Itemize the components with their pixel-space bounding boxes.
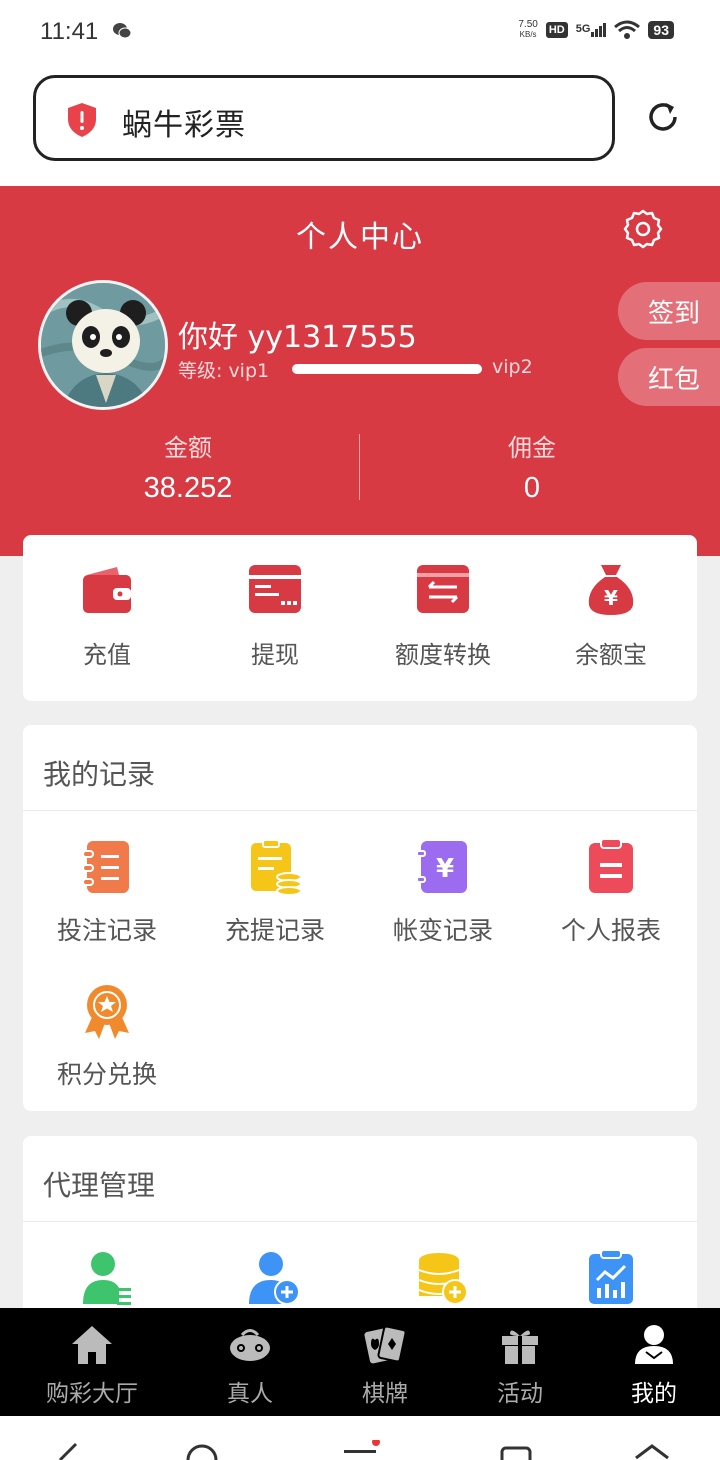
wechat-icon <box>113 23 132 39</box>
records-title: 我的记录 <box>43 758 156 791</box>
agent-user-list-icon <box>83 1252 131 1305</box>
coins-icon <box>418 1253 468 1305</box>
assistant-nav-icon[interactable] <box>632 1440 672 1460</box>
balance-value: 38.252 <box>143 472 233 504</box>
chart-report-icon <box>589 1250 633 1304</box>
status-indicators: 7.50 KB/s HD 5G 93 <box>518 20 674 40</box>
back-icon[interactable] <box>48 1440 88 1460</box>
yuebao-label: 余额宝 <box>575 641 647 669</box>
tab-mine-label: 我的 <box>631 1381 677 1407</box>
home-nav-icon[interactable] <box>182 1440 222 1460</box>
hd-badge: HD <box>545 22 568 38</box>
tab-chess-cards[interactable]: 棋牌 <box>313 1308 457 1416</box>
vip-next-level: vip2 <box>492 356 533 378</box>
user-greeting: 你好 yy1317555 <box>178 320 417 355</box>
commission-label: 佣金 <box>508 434 556 462</box>
agent-title: 代理管理 <box>43 1169 156 1202</box>
system-nav-bar <box>0 1416 720 1460</box>
account-change-icon: ¥ <box>416 841 467 893</box>
transfer-icon <box>417 565 469 613</box>
status-bar: 11:41 7.50 KB/s HD 5G 93 <box>0 0 720 66</box>
recharge-button[interactable]: 充值 <box>23 535 191 701</box>
gift-icon <box>502 1330 538 1364</box>
deposit-record-label: 充提记录 <box>224 916 325 945</box>
user-icon <box>635 1325 673 1364</box>
red-packet-button[interactable]: 红包 <box>618 348 720 406</box>
status-time: 11:41 <box>40 18 99 45</box>
cards-icon <box>364 1325 407 1364</box>
svg-text:¥: ¥ <box>604 586 618 610</box>
stat-divider <box>359 434 360 500</box>
tab-lottery-hall-label: 购彩大厅 <box>46 1381 138 1407</box>
add-user-icon <box>249 1252 300 1305</box>
recents-nav-icon[interactable] <box>498 1440 538 1460</box>
card-icon <box>249 565 301 613</box>
checkin-button[interactable]: 签到 <box>618 282 720 340</box>
withdraw-button[interactable]: 提现 <box>191 535 359 701</box>
deposit-record-icon <box>251 839 302 895</box>
bet-record-icon <box>82 841 129 893</box>
settings-gear-icon[interactable] <box>622 208 664 250</box>
reload-icon[interactable] <box>646 100 680 134</box>
agent-divider <box>23 1221 697 1222</box>
money-bag-icon: ¥ <box>588 565 634 615</box>
medal-icon <box>85 985 129 1039</box>
records-card: 我的记录 投注记录 充提记录 ¥ 帐变记录 个人报表 积分兑换 <box>23 725 697 1111</box>
recharge-label: 充值 <box>83 641 131 669</box>
home-icon <box>72 1326 112 1364</box>
wifi-icon <box>614 20 641 39</box>
avatar[interactable] <box>38 280 168 410</box>
report-icon <box>589 839 633 893</box>
tab-activity[interactable]: 活动 <box>448 1308 592 1416</box>
profile-header: 个人中心 你好 yy1317555 等级: vip1 vip2 签到 红包 金额… <box>0 186 720 556</box>
withdraw-label: 提现 <box>251 641 299 669</box>
transfer-button[interactable]: 额度转换 <box>359 535 527 701</box>
tab-mine[interactable]: 我的 <box>582 1308 720 1416</box>
tab-live-label: 真人 <box>227 1381 273 1407</box>
address-title: 蜗牛彩票 <box>122 108 246 143</box>
commission-value: 0 <box>523 472 541 504</box>
panda-avatar-icon <box>41 283 165 407</box>
transfer-label: 额度转换 <box>395 641 491 669</box>
shield-warning-icon <box>68 103 96 137</box>
battery-icon: 93 <box>648 21 674 39</box>
signal-icon: 5G <box>576 23 607 37</box>
bottom-tab-bar: 购彩大厅 真人 棋牌 活动 我的 <box>0 1308 720 1416</box>
personal-report-label: 个人报表 <box>560 916 661 945</box>
tab-lottery-hall[interactable]: 购彩大厅 <box>20 1308 164 1416</box>
page-title: 个人中心 <box>296 220 424 255</box>
tab-chess-cards-label: 棋牌 <box>362 1381 408 1407</box>
tab-activity-label: 活动 <box>497 1381 543 1407</box>
browser-bar: 蜗牛彩票 <box>0 66 720 186</box>
address-bar[interactable]: 蜗牛彩票 <box>33 75 615 161</box>
account-change-label: 帐变记录 <box>392 916 493 945</box>
yuebao-button[interactable]: ¥ 余额宝 <box>527 535 695 701</box>
agent-card: 代理管理 <box>23 1136 697 1336</box>
tab-live[interactable]: 真人 <box>178 1308 322 1416</box>
points-exchange-label: 积分兑换 <box>56 1060 157 1089</box>
quick-actions-card: 充值 提现 额度转换 ¥ 余额宝 <box>23 535 697 701</box>
balance-label: 金额 <box>164 434 212 462</box>
vip-progress-bar <box>292 364 482 374</box>
bet-record-label: 投注记录 <box>56 916 157 945</box>
menu-nav-icon[interactable] <box>340 1440 380 1460</box>
network-speed: 7.50 KB/s <box>518 19 538 40</box>
records-divider <box>23 810 697 811</box>
svg-text:¥: ¥ <box>436 854 454 884</box>
gamepad-icon <box>230 1329 270 1361</box>
wallet-icon <box>83 567 131 613</box>
vip-level-label: 等级: vip1 <box>178 360 270 382</box>
